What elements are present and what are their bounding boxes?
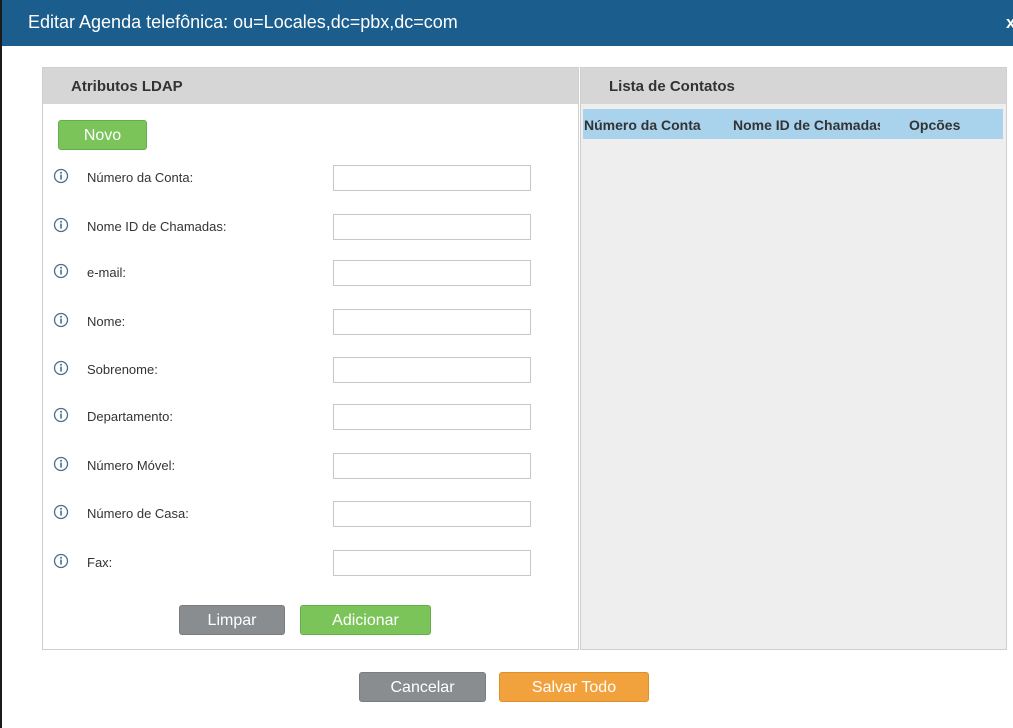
mobile-number-input[interactable]: [333, 453, 531, 479]
dialog-titlebar: Editar Agenda telefônica: ou=Locales,dc=…: [2, 0, 1013, 46]
last-name-input[interactable]: [333, 357, 531, 383]
field-row-account-number: Número da Conta:: [43, 165, 578, 191]
email-input[interactable]: [333, 260, 531, 286]
info-icon[interactable]: [53, 312, 69, 328]
field-label: Departamento:: [87, 409, 173, 424]
home-number-input[interactable]: [333, 501, 531, 527]
field-label: Número da Conta:: [87, 170, 194, 185]
field-row-home-number: Número de Casa:: [43, 501, 578, 527]
new-button[interactable]: Novo: [58, 120, 147, 150]
column-header-caller-id-name[interactable]: Nome ID de Chamadas: [733, 117, 880, 133]
first-name-input[interactable]: [333, 309, 531, 335]
field-label: e-mail:: [87, 265, 127, 280]
field-row-first-name: Nome:: [43, 309, 578, 335]
field-label: Número Móvel:: [87, 458, 176, 473]
contacts-list-header: Lista de Contatos: [581, 68, 1006, 104]
edit-phonebook-dialog: Editar Agenda telefônica: ou=Locales,dc=…: [0, 0, 1013, 728]
field-label: Fax:: [87, 555, 113, 570]
fax-input[interactable]: [333, 550, 531, 576]
caller-id-name-input[interactable]: [333, 214, 531, 240]
account-number-input[interactable]: [333, 165, 531, 191]
clear-button[interactable]: Limpar: [179, 605, 285, 635]
field-row-mobile-number: Número Móvel:: [43, 453, 578, 479]
field-row-fax: Fax:: [43, 550, 578, 576]
field-row-last-name: Sobrenome:: [43, 357, 578, 383]
field-label: Número de Casa:: [87, 506, 189, 521]
close-icon[interactable]: x: [1006, 13, 1013, 33]
field-row-email: e-mail:: [43, 260, 578, 286]
field-label: Nome ID de Chamadas:: [87, 219, 227, 234]
department-input[interactable]: [333, 404, 531, 430]
info-icon[interactable]: [53, 168, 69, 184]
info-icon[interactable]: [53, 553, 69, 569]
field-label: Nome:: [87, 314, 126, 329]
column-header-options: Opcões: [909, 117, 961, 133]
cancel-button[interactable]: Cancelar: [359, 672, 486, 702]
save-all-button[interactable]: Salvar Todo: [499, 672, 649, 702]
field-label: Sobrenome:: [87, 362, 158, 377]
ldap-attributes-panel: Atributos LDAP Novo Número da Conta: Nom…: [42, 67, 579, 650]
info-icon[interactable]: [53, 504, 69, 520]
info-icon[interactable]: [53, 360, 69, 376]
contacts-list-panel: Lista de Contatos Número da Conta Nome I…: [580, 67, 1007, 650]
info-icon[interactable]: [53, 217, 69, 233]
dialog-title: Editar Agenda telefônica: ou=Locales,dc=…: [28, 12, 458, 32]
info-icon[interactable]: [53, 407, 69, 423]
column-header-account-number[interactable]: Número da Conta: [584, 117, 731, 133]
contacts-list-title: Lista de Contatos: [609, 78, 735, 95]
info-icon[interactable]: [53, 263, 69, 279]
ldap-attributes-header: Atributos LDAP: [43, 68, 578, 104]
ldap-attributes-title: Atributos LDAP: [71, 78, 183, 95]
add-button[interactable]: Adicionar: [300, 605, 431, 635]
field-row-caller-id-name: Nome ID de Chamadas:: [43, 214, 578, 240]
field-row-department: Departamento:: [43, 404, 578, 430]
contacts-grid-header: Número da Conta Nome ID de Chamadas Opcõ…: [583, 109, 1003, 139]
info-icon[interactable]: [53, 456, 69, 472]
